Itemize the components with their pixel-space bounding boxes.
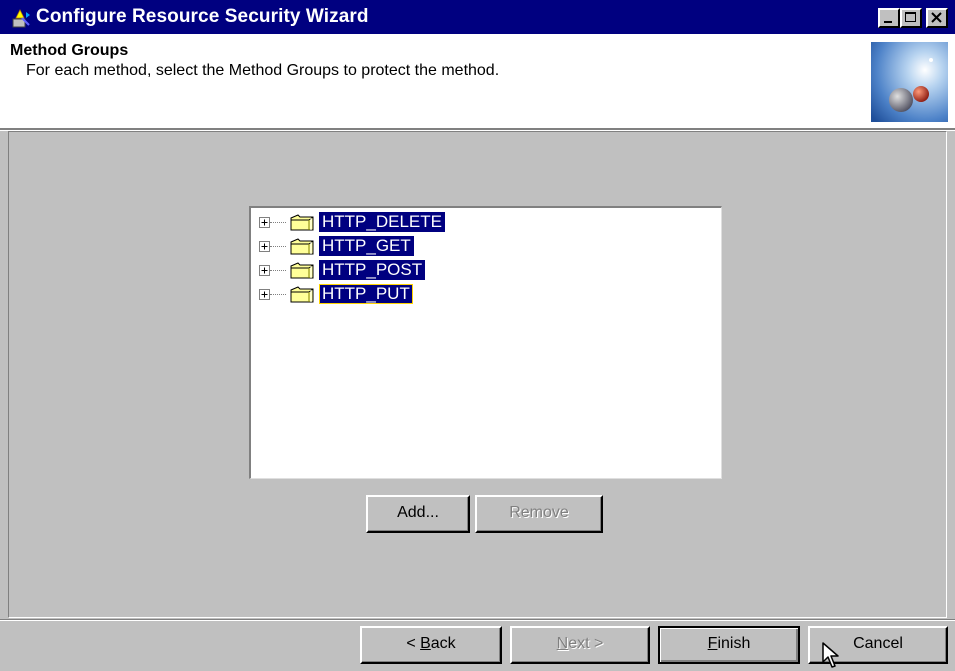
maximize-button[interactable] (900, 8, 922, 28)
tree-connector (270, 246, 286, 248)
folder-icon (290, 214, 314, 231)
add-button[interactable]: Add... (366, 495, 470, 533)
close-button[interactable] (926, 8, 948, 28)
back-button-prefix: < (406, 635, 421, 652)
page-description: For each method, select the Method Group… (26, 62, 500, 79)
back-button[interactable]: < Back (360, 626, 502, 664)
finish-button[interactable]: Finish (658, 626, 800, 664)
footer-divider-highlight (0, 620, 955, 621)
tree-node-label[interactable]: HTTP_DELETE (319, 212, 445, 232)
tree-node-label[interactable]: HTTP_GET (319, 236, 414, 256)
remove-button[interactable]: Remove (475, 495, 603, 533)
window-title: Configure Resource Security Wizard (36, 6, 369, 27)
next-button[interactable]: Next > (510, 626, 650, 664)
globe-graphic (871, 42, 948, 122)
minimize-icon (884, 21, 892, 23)
plus-expander-icon[interactable] (259, 265, 270, 276)
page-title: Method Groups (10, 42, 129, 59)
plus-expander-icon[interactable] (259, 217, 270, 228)
maximize-icon (905, 12, 916, 22)
back-button-rest: ack (430, 635, 456, 652)
wizard-header: Method Groups For each method, select th… (0, 34, 955, 128)
finish-button-mnemonic: F (707, 635, 718, 652)
title-bar[interactable]: Configure Resource Security Wizard (0, 0, 955, 34)
plus-expander-icon[interactable] (259, 241, 270, 252)
minimize-button[interactable] (878, 8, 900, 28)
wizard-icon (12, 9, 30, 28)
tree-node-label[interactable]: HTTP_PUT (319, 284, 413, 304)
next-button-mnemonic: N (556, 635, 569, 652)
finish-button-rest: inish (717, 635, 751, 652)
folder-icon (290, 286, 314, 303)
tree-node-label[interactable]: HTTP_POST (319, 260, 426, 280)
mouse-pointer-icon (822, 642, 839, 668)
close-icon (931, 12, 942, 23)
tree-connector (270, 294, 286, 296)
method-groups-tree[interactable]: HTTP_DELETE HTTP_GET HTTP_POST HTTP_PUT (249, 206, 722, 479)
wizard-window: Configure Resource Security Wizard Metho… (0, 0, 955, 671)
plus-expander-icon[interactable] (259, 289, 270, 300)
folder-icon (290, 238, 314, 255)
next-button-rest: ext > (568, 635, 604, 652)
tree-connector (270, 270, 286, 272)
back-button-mnemonic: B (420, 635, 431, 652)
folder-icon (290, 262, 314, 279)
tree-connector (270, 222, 286, 224)
